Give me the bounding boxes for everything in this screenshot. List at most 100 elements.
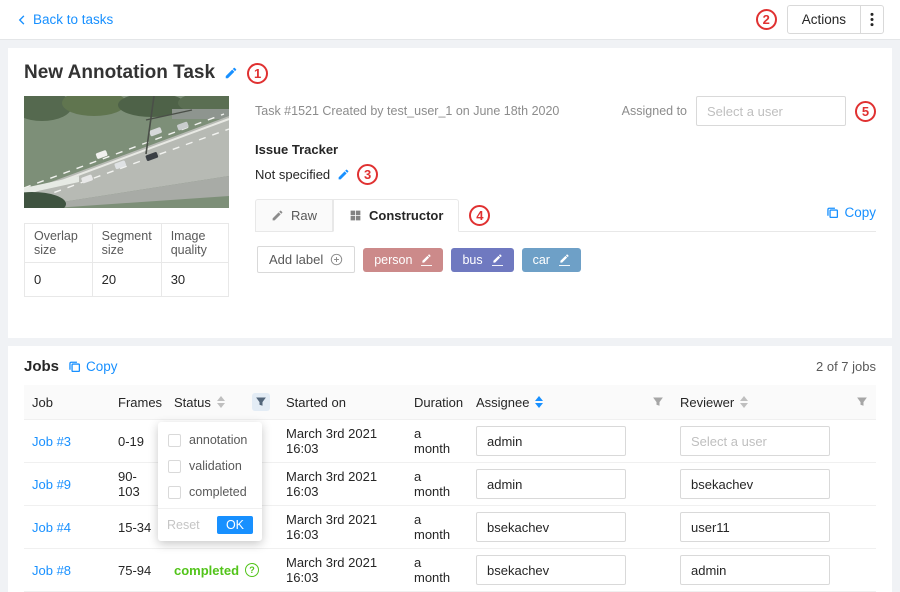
status-filter-dropdown: annotation validation completed Reset OK <box>158 422 262 541</box>
jobs-title: Jobs <box>24 358 59 375</box>
table-row: Job #4 15-34 March 3rd 2021 16:03 a mont… <box>24 506 876 549</box>
actions-menu-icon[interactable] <box>860 6 883 33</box>
label-chip-person[interactable]: person <box>363 248 443 272</box>
assignee-input[interactable] <box>476 469 626 499</box>
col-duration: Duration <box>414 395 463 410</box>
table-row: Job #8 75-94 completed ? March 3rd 2021 … <box>24 549 876 592</box>
filter-reset-button[interactable]: Reset <box>167 518 200 532</box>
edit-label-icon[interactable] <box>421 253 432 266</box>
started-value: March 3rd 2021 16:03 <box>286 555 377 585</box>
plus-circle-icon <box>330 253 343 266</box>
frames-value: 90-103 <box>118 469 140 499</box>
col-assignee: Assignee <box>476 395 529 410</box>
chevron-left-icon <box>16 14 28 26</box>
reviewer-filter-icon[interactable] <box>856 396 868 408</box>
filter-option-completed[interactable]: completed <box>158 479 262 505</box>
checkbox-icon[interactable] <box>168 486 181 499</box>
reviewer-sort-icon[interactable] <box>740 396 748 408</box>
copy-jobs-link[interactable]: Copy <box>68 359 118 374</box>
reviewer-input[interactable] <box>680 469 830 499</box>
label-chip-bus-text: bus <box>462 253 482 267</box>
table-row: Job #9 90-103 March 3rd 2021 16:03 a mon… <box>24 463 876 506</box>
issue-tracker-value: Not specified <box>255 167 330 182</box>
status-filter-icon[interactable] <box>252 393 270 411</box>
annotation-marker-1: 1 <box>247 63 268 84</box>
tab-constructor[interactable]: Constructor <box>333 199 459 232</box>
assignee-input[interactable] <box>476 426 626 456</box>
assignee-sort-icon[interactable] <box>535 396 543 408</box>
table-row: Job #3 0-19 March 3rd 2021 16:03 a month <box>24 420 876 463</box>
assigned-to-label: Assigned to <box>622 104 687 118</box>
job-link[interactable]: Job #9 <box>32 477 71 492</box>
job-link[interactable]: Job #4 <box>32 520 71 535</box>
col-job: Job <box>32 395 53 410</box>
annotation-marker-3: 3 <box>357 164 378 185</box>
col-started-on: Started on <box>286 395 346 410</box>
status-value: completed <box>174 563 239 578</box>
col-status: Status <box>174 395 211 410</box>
param-header-quality: Image quality <box>161 224 228 263</box>
back-to-tasks-label: Back to tasks <box>33 12 113 27</box>
job-link[interactable]: Job #8 <box>32 563 71 578</box>
status-sort-icon[interactable] <box>217 396 225 408</box>
edit-title-icon[interactable] <box>224 66 238 80</box>
jobs-table-header-row: Job Frames Status Started on Duration <box>24 385 876 420</box>
col-reviewer: Reviewer <box>680 395 734 410</box>
copy-jobs-label: Copy <box>86 359 118 374</box>
task-meta-text: Task #1521 Created by test_user_1 on Jun… <box>255 104 559 118</box>
copy-labels-label: Copy <box>844 205 876 220</box>
task-preview-image <box>24 96 229 208</box>
filter-option-validation[interactable]: validation <box>158 453 262 479</box>
actions-button[interactable]: Actions <box>788 6 860 33</box>
edit-label-icon[interactable] <box>492 253 503 266</box>
label-chip-bus[interactable]: bus <box>451 248 513 272</box>
jobs-table: Job Frames Status Started on Duration <box>24 385 876 592</box>
assignee-input[interactable] <box>476 555 626 585</box>
param-value-quality: 30 <box>161 263 228 297</box>
started-value: March 3rd 2021 16:03 <box>286 512 377 542</box>
filter-option-annotation[interactable]: annotation <box>158 427 262 453</box>
jobs-card: Jobs Copy 2 of 7 jobs Job Frames Status <box>8 346 892 592</box>
assignee-input[interactable] <box>476 512 626 542</box>
duration-value: a month <box>414 426 450 456</box>
jobs-count: 2 of 7 jobs <box>816 359 876 374</box>
actions-button-group: Actions <box>787 5 884 34</box>
checkbox-icon[interactable] <box>168 434 181 447</box>
filter-ok-button[interactable]: OK <box>217 516 253 534</box>
label-constructor: Add label person bus <box>255 232 876 287</box>
param-value-segment: 20 <box>92 263 161 297</box>
top-bar: Back to tasks 2 Actions <box>0 0 900 40</box>
tab-raw-label: Raw <box>291 208 317 223</box>
duration-value: a month <box>414 469 450 499</box>
duration-value: a month <box>414 555 450 585</box>
reviewer-input[interactable] <box>680 426 830 456</box>
reviewer-input[interactable] <box>680 555 830 585</box>
copy-icon <box>68 360 81 373</box>
label-chip-car[interactable]: car <box>522 248 581 272</box>
edit-issue-tracker-icon[interactable] <box>337 168 350 181</box>
pencil-icon <box>271 209 284 222</box>
started-value: March 3rd 2021 16:03 <box>286 469 377 499</box>
task-params-table: Overlap size Segment size Image quality … <box>24 223 229 297</box>
copy-labels-link[interactable]: Copy <box>826 205 876 220</box>
edit-label-icon[interactable] <box>559 253 570 266</box>
status-help-icon[interactable]: ? <box>245 563 259 577</box>
label-chip-car-text: car <box>533 253 550 267</box>
back-to-tasks-link[interactable]: Back to tasks <box>16 12 113 27</box>
tab-constructor-label: Constructor <box>369 208 443 223</box>
annotation-marker-2: 2 <box>756 9 777 30</box>
add-label-button[interactable]: Add label <box>257 246 355 273</box>
reviewer-input[interactable] <box>680 512 830 542</box>
label-chip-person-text: person <box>374 253 412 267</box>
job-link[interactable]: Job #3 <box>32 434 71 449</box>
tab-raw[interactable]: Raw <box>255 199 333 231</box>
param-header-segment: Segment size <box>92 224 161 263</box>
frames-value: 15-34 <box>118 520 151 535</box>
assignee-filter-icon[interactable] <box>652 396 664 408</box>
task-assignee-input[interactable] <box>696 96 846 126</box>
task-details-card: New Annotation Task 1 <box>8 48 892 338</box>
copy-icon <box>826 206 839 219</box>
issue-tracker-label: Issue Tracker <box>255 142 876 157</box>
task-title: New Annotation Task <box>24 62 215 84</box>
checkbox-icon[interactable] <box>168 460 181 473</box>
